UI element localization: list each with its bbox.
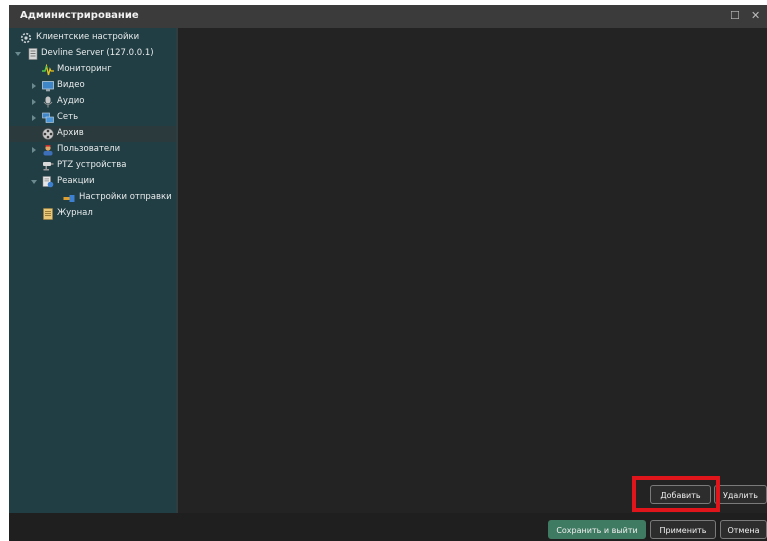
tree-item-ptz-devices[interactable]: PTZ устройства [9,158,176,174]
users-icon [43,145,53,156]
journal-icon [43,208,53,220]
tree-item-reactions[interactable]: Реакции [9,174,176,190]
tree-item-network[interactable]: Сеть [9,110,176,126]
tree-item-label: Клиентские настройки [36,32,140,42]
tree-item-audio[interactable]: Аудио [9,94,176,110]
expand-arrow-icon[interactable] [32,147,36,153]
reactions-icon [42,176,54,188]
tree-item-journal[interactable]: Журнал [9,206,176,222]
tree-item-label: Аудио [57,96,85,106]
tree-item-label: Devline Server (127.0.0.1) [41,48,154,58]
title-bar: Администрирование ☐ ✕ [9,5,767,28]
admin-window: Администрирование ☐ ✕ Клиентские настрой… [9,5,767,541]
tree-item-label: Мониторинг [57,64,112,74]
collapse-arrow-icon[interactable] [15,52,21,56]
microphone-icon [43,96,53,108]
tree-item-label: Реакции [57,176,95,186]
maximize-button[interactable]: ☐ [730,10,740,22]
tree-item-server[interactable]: Devline Server (127.0.0.1) [9,46,176,62]
tree-item-label: Настройки отправки [79,192,172,202]
expand-arrow-icon[interactable] [32,115,36,121]
apply-button[interactable]: Применить [650,520,716,539]
tree-item-archive[interactable]: Архив [9,126,176,142]
server-icon [28,48,38,60]
ptz-camera-icon [43,162,54,171]
tree-item-video[interactable]: Видео [9,78,176,94]
tree-item-label: PTZ устройства [57,160,127,170]
network-icon [42,112,54,123]
close-button[interactable]: ✕ [751,10,760,22]
settings-content-panel [178,28,767,513]
gear-icon [20,32,32,44]
tree-item-label: Архив [57,128,84,138]
cancel-button[interactable]: Отмена [720,520,767,539]
window-title: Администрирование [20,10,139,21]
tree-item-label: Видео [57,80,85,90]
save-and-exit-button[interactable]: Сохранить и выйти [548,520,646,539]
highlight-box [632,476,720,512]
delete-button[interactable]: Удалить [714,485,767,504]
tree-item-users[interactable]: Пользователи [9,142,176,158]
monitor-icon [42,81,54,92]
tree-item-client-settings[interactable]: Клиентские настройки [9,30,176,46]
monitoring-icon [42,64,54,76]
tree-item-label: Журнал [57,208,93,218]
tree-item-monitoring[interactable]: Мониторинг [9,62,176,78]
tree-item-label: Пользователи [57,144,121,154]
tree-item-send-settings[interactable]: Настройки отправки [9,190,176,206]
send-settings-icon [63,195,75,202]
expand-arrow-icon[interactable] [32,83,36,89]
expand-arrow-icon[interactable] [32,99,36,105]
collapse-arrow-icon[interactable] [31,180,37,184]
film-reel-icon [42,128,54,140]
tree-item-label: Сеть [57,112,79,122]
settings-tree: Клиентские настройки Devline Server (127… [9,28,178,513]
